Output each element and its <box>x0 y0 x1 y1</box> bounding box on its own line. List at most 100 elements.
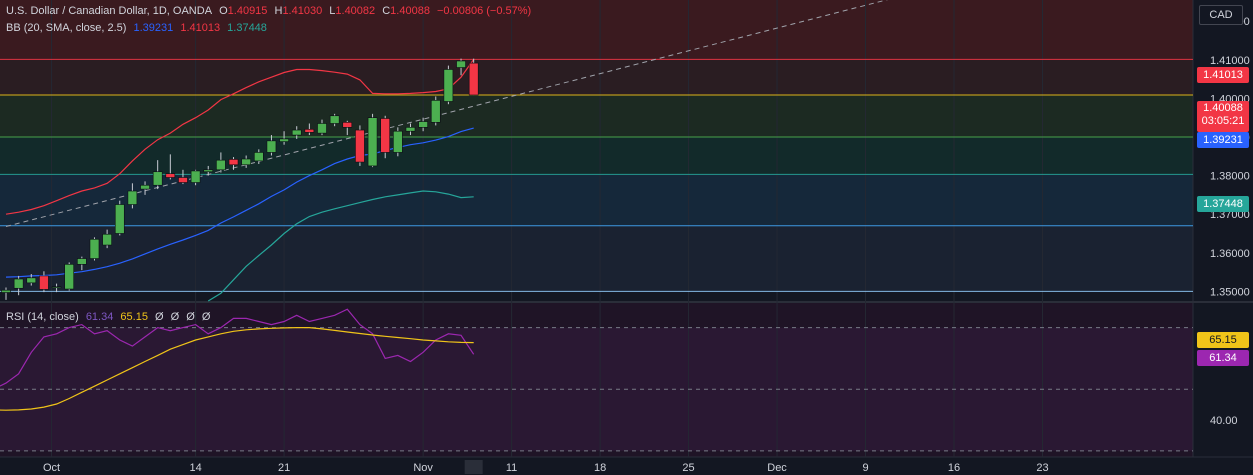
time-tick-label: 9 <box>862 462 868 474</box>
candle-body <box>102 233 112 246</box>
candle-body <box>304 128 315 133</box>
time-tick-label: Oct <box>43 462 60 474</box>
high-value: 1.41030 <box>282 5 323 17</box>
bb-label[interactable]: BB (20, SMA, close, 2.5) <box>6 22 126 34</box>
candle <box>114 200 125 236</box>
rsi-legend[interactable]: RSI (14, close) 61.34 65.15 Ø Ø Ø Ø <box>6 311 214 323</box>
chart-canvas[interactable]: 1.420001.410001.400001.390001.380001.370… <box>0 0 1253 475</box>
candle-body <box>405 127 416 132</box>
symbol-legend[interactable]: U.S. Dollar / Canadian Dollar, 1D, OANDA… <box>6 5 535 17</box>
candle-body <box>241 158 251 166</box>
price-zone-3 <box>0 136 1193 175</box>
candle-body <box>266 140 277 153</box>
time-tick-label: Dec <box>767 462 787 474</box>
candle-body <box>127 190 138 205</box>
change-value: −0.00806 (−0.57%) <box>437 5 532 17</box>
candle-body <box>203 169 214 173</box>
candle-body <box>418 121 428 128</box>
candle-body <box>317 123 327 134</box>
price-tick-label: 1.36000 <box>1210 248 1250 260</box>
bb-basis-price-badge: 1.39231 <box>1197 132 1249 148</box>
price-zone-5 <box>0 225 1193 292</box>
candle-body <box>1 289 11 293</box>
time-tick-label: 11 <box>506 462 517 474</box>
countdown-text: 03:05:21 <box>1201 115 1245 127</box>
time-tick-label: 18 <box>594 462 606 474</box>
candle-body <box>39 275 49 290</box>
candle <box>367 113 378 168</box>
time-tick-label: 14 <box>189 462 201 474</box>
candle-body <box>51 286 62 289</box>
price-tick-label: 1.35000 <box>1210 286 1250 298</box>
rsi-tick-label: 40.00 <box>1210 415 1238 427</box>
candle-body <box>190 170 201 183</box>
close-price-text: 1.40088 <box>1203 102 1243 114</box>
rsi-extra-3: Ø <box>186 311 195 323</box>
bb-legend[interactable]: BB (20, SMA, close, 2.5) 1.39231 1.41013… <box>6 22 271 34</box>
rsi-ma-badge: 65.15 <box>1197 332 1249 348</box>
candle-body <box>279 138 289 142</box>
rsi-label[interactable]: RSI (14, close) <box>6 311 79 323</box>
candle-body <box>342 122 353 128</box>
candle <box>430 96 441 126</box>
candle-body <box>64 264 74 290</box>
price-zone-2 <box>0 95 1193 137</box>
price-zone-6 <box>0 291 1193 301</box>
candle-body <box>367 117 378 167</box>
rsi-extra-4: Ø <box>201 311 211 323</box>
candle <box>64 262 74 291</box>
bb-upper-value: 1.41013 <box>180 22 221 34</box>
candle-body <box>216 159 226 171</box>
close-label: C <box>382 5 391 17</box>
candle-body <box>114 204 125 234</box>
candle-body <box>254 152 264 162</box>
candle-body <box>228 159 239 166</box>
close-price-badge: 1.40088 03:05:21 <box>1197 101 1249 132</box>
currency-badge[interactable]: CAD <box>1199 5 1243 25</box>
rsi-value: 61.34 <box>85 311 114 323</box>
price-zone-1 <box>0 59 1193 96</box>
candle <box>89 237 100 261</box>
candle-body <box>77 258 87 265</box>
candle <box>443 65 454 105</box>
candle-body <box>140 184 150 190</box>
close-value: 1.40088 <box>390 5 430 17</box>
candle-body <box>393 130 403 153</box>
candle-body <box>152 171 163 186</box>
candle-body <box>443 69 454 102</box>
bb-upper-price-badge: 1.41013 <box>1197 67 1249 83</box>
candle-body <box>291 129 302 136</box>
time-tick-label: 21 <box>278 462 290 474</box>
candle <box>355 125 365 166</box>
rsi-badge: 61.34 <box>1197 350 1249 366</box>
symbol-title[interactable]: U.S. Dollar / Canadian Dollar, 1D, OANDA <box>6 5 212 17</box>
open-value: 1.40915 <box>227 5 268 17</box>
candle-body <box>456 60 466 68</box>
price-tick-label: 1.38000 <box>1210 171 1250 183</box>
candle-body <box>355 129 365 163</box>
candle-body <box>165 173 176 178</box>
candle-body <box>468 62 479 96</box>
candle-body <box>26 277 37 284</box>
time-tick-label: 23 <box>1036 462 1048 474</box>
rsi-extra-2: Ø <box>170 311 180 323</box>
current-bar-marker <box>464 460 483 474</box>
candle-body <box>380 118 391 153</box>
candle <box>380 115 391 159</box>
candle-body <box>329 115 340 124</box>
rsi-extra-1: Ø <box>155 311 164 323</box>
bb-lower-price-badge: 1.37448 <box>1197 196 1249 212</box>
open-label: O <box>219 5 228 17</box>
bb-basis-value: 1.39231 <box>133 22 174 34</box>
candle <box>393 127 403 157</box>
low-value: 1.40082 <box>335 5 376 17</box>
candle-body <box>178 177 188 183</box>
price-tick-label: 1.41000 <box>1210 55 1250 67</box>
bb-lower-value: 1.37448 <box>227 22 267 34</box>
time-tick-label: 25 <box>682 462 694 474</box>
candle-body <box>430 100 441 123</box>
candle <box>468 58 479 96</box>
candle-body <box>13 278 24 289</box>
time-tick-label: 16 <box>948 462 960 474</box>
time-tick-label: Nov <box>413 462 433 474</box>
